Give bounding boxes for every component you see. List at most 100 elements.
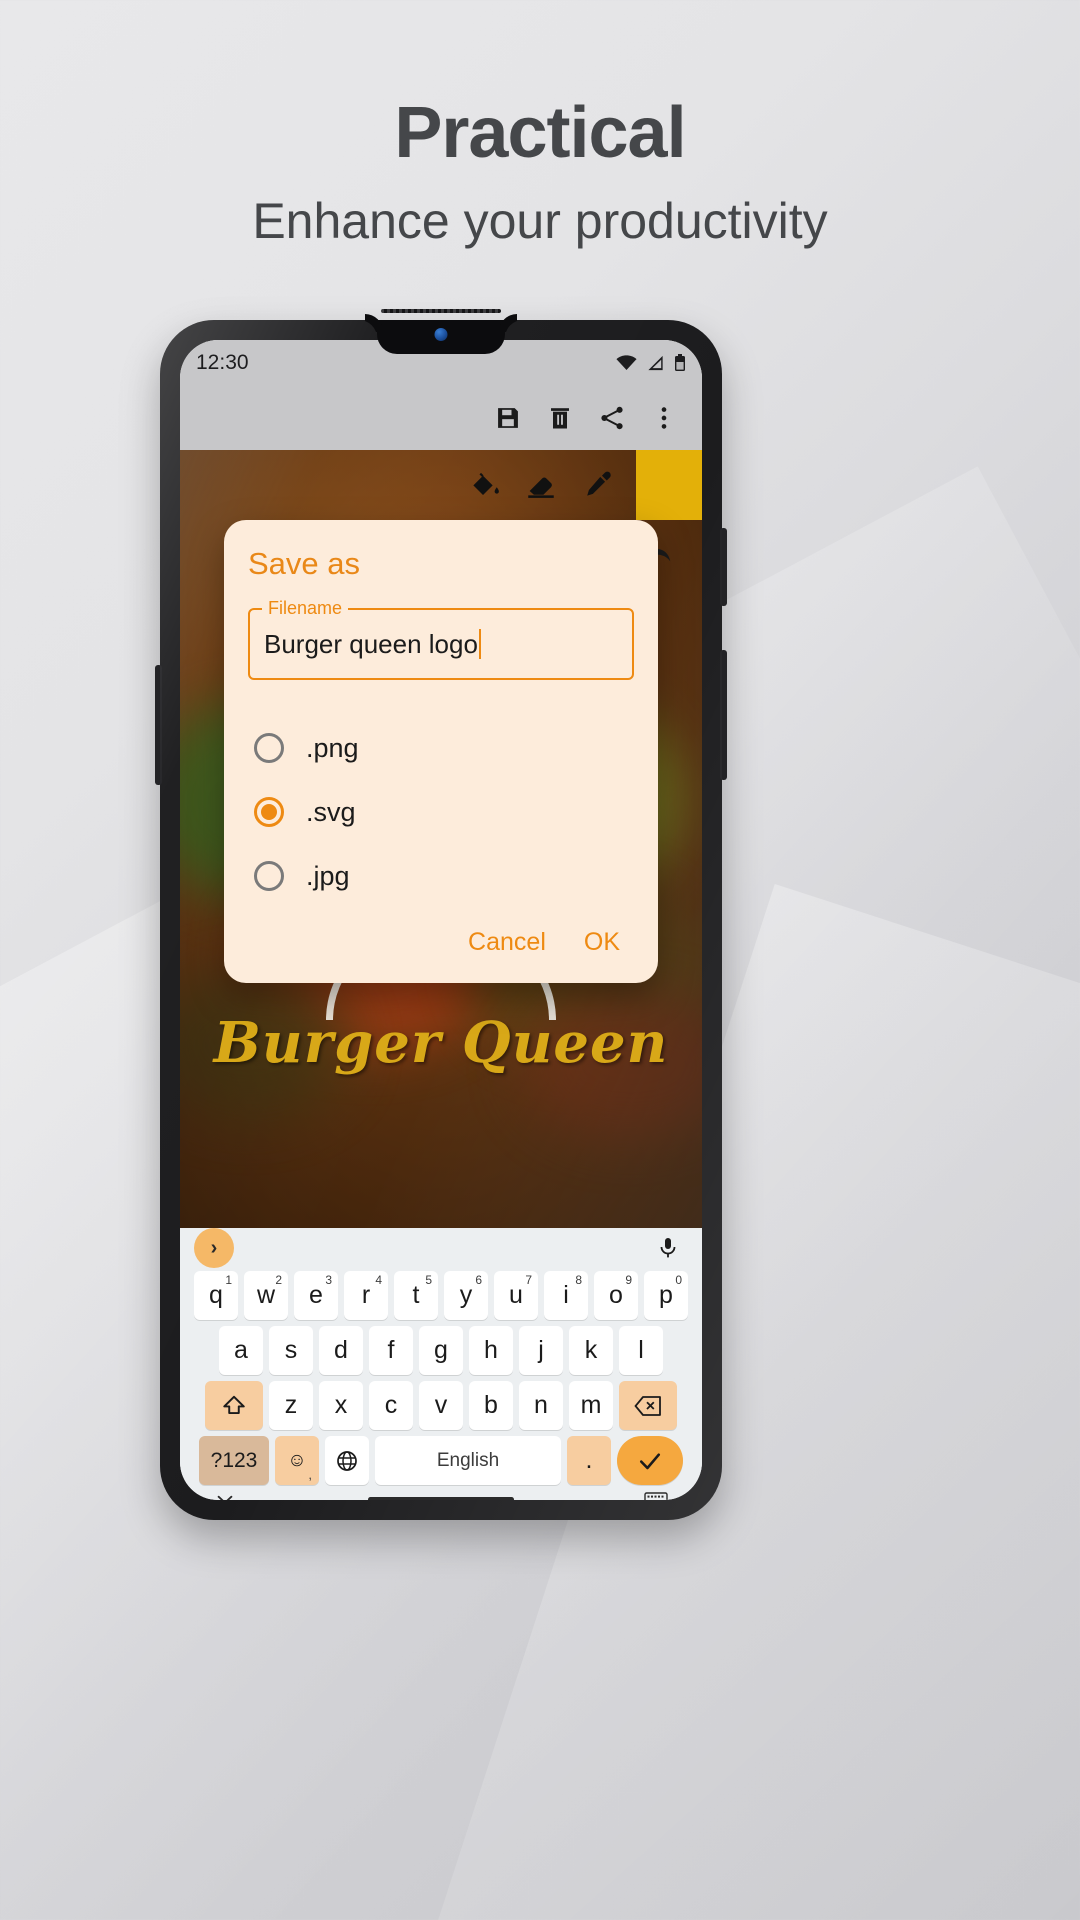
- home-indicator[interactable]: [368, 1496, 514, 1500]
- key-s[interactable]: s: [269, 1326, 313, 1375]
- promo-subheadline: Enhance your productivity: [252, 193, 828, 249]
- key-label: r: [361, 1281, 371, 1309]
- checkmark-icon: [639, 1452, 661, 1469]
- logo-caption: Burger Queen: [213, 1010, 669, 1076]
- backspace-key[interactable]: [619, 1381, 677, 1430]
- expand-suggestions-button[interactable]: ›: [194, 1228, 234, 1268]
- share-icon[interactable]: [598, 404, 626, 432]
- key-label: q: [209, 1281, 223, 1309]
- keyboard-row-3: z x c v b n m: [180, 1378, 702, 1433]
- dialog-title: Save as: [248, 546, 361, 581]
- enter-key[interactable]: [617, 1436, 683, 1485]
- key-l[interactable]: l: [619, 1326, 663, 1375]
- front-camera-icon: [434, 328, 448, 341]
- suggestion-strip: ›: [180, 1228, 702, 1268]
- key-label: b: [484, 1391, 498, 1419]
- globe-icon: [337, 1450, 357, 1471]
- key-z[interactable]: z: [269, 1381, 313, 1430]
- key-x[interactable]: x: [319, 1381, 363, 1430]
- key-label: v: [434, 1391, 448, 1419]
- format-option-svg[interactable]: .svg: [254, 780, 628, 844]
- phone-side-button-right-upper: [720, 528, 727, 606]
- emoji-key-label: ☺: [287, 1449, 307, 1471]
- key-r[interactable]: 4r: [344, 1271, 388, 1320]
- color-picker-icon[interactable]: [580, 468, 614, 502]
- delete-icon[interactable]: [546, 404, 574, 432]
- cancel-button[interactable]: Cancel: [468, 928, 546, 957]
- key-hint: 6: [475, 1273, 482, 1287]
- key-n[interactable]: n: [519, 1381, 563, 1430]
- key-label: n: [534, 1391, 548, 1419]
- emoji-key[interactable]: ☺ ,: [275, 1436, 319, 1485]
- key-hint: 9: [625, 1273, 632, 1287]
- format-option-jpg[interactable]: .jpg: [254, 844, 628, 908]
- dialog-actions: Cancel OK: [248, 914, 634, 967]
- space-key[interactable]: English: [375, 1436, 561, 1485]
- key-hint: 7: [525, 1273, 532, 1287]
- eraser-icon[interactable]: [524, 468, 558, 502]
- key-e[interactable]: 3e: [294, 1271, 338, 1320]
- key-hint: 2: [275, 1273, 282, 1287]
- key-b[interactable]: b: [469, 1381, 513, 1430]
- key-label: x: [334, 1391, 348, 1419]
- app-bar: [180, 386, 702, 450]
- key-t[interactable]: 5t: [394, 1271, 438, 1320]
- key-i[interactable]: 8i: [544, 1271, 588, 1320]
- key-j[interactable]: j: [519, 1326, 563, 1375]
- status-bar-time: 12:30: [196, 351, 249, 374]
- key-h[interactable]: h: [469, 1326, 513, 1375]
- keyboard-row-1: 1q 2w 3e 4r 5t 6y 7u 8i 9o 0p: [180, 1268, 702, 1323]
- key-hint: 5: [425, 1273, 432, 1287]
- overflow-menu-icon[interactable]: [650, 404, 678, 432]
- key-hint: 1: [225, 1273, 232, 1287]
- format-option-png[interactable]: .png: [254, 716, 628, 780]
- key-label: f: [387, 1336, 395, 1364]
- ok-button[interactable]: OK: [584, 928, 620, 957]
- key-hint: 8: [575, 1273, 582, 1287]
- filename-input[interactable]: Filename Burger queen logo: [248, 598, 634, 680]
- key-label: l: [638, 1336, 644, 1364]
- key-q[interactable]: 1q: [194, 1271, 238, 1320]
- radio-label-jpg: .jpg: [306, 860, 350, 891]
- key-u[interactable]: 7u: [494, 1271, 538, 1320]
- key-d[interactable]: d: [319, 1326, 363, 1375]
- mic-icon[interactable]: [656, 1236, 680, 1260]
- key-a[interactable]: a: [219, 1326, 263, 1375]
- chevron-down-icon[interactable]: [214, 1488, 236, 1500]
- keyboard-row-4: ?123 ☺ , English .: [180, 1433, 702, 1488]
- key-label: g: [434, 1336, 448, 1364]
- key-f[interactable]: f: [369, 1326, 413, 1375]
- period-key[interactable]: .: [567, 1436, 611, 1485]
- radio-jpg[interactable]: [254, 861, 284, 891]
- radio-png[interactable]: [254, 733, 284, 763]
- key-o[interactable]: 9o: [594, 1271, 638, 1320]
- fill-bucket-icon[interactable]: [468, 468, 502, 502]
- key-label: e: [309, 1281, 323, 1309]
- key-label: s: [284, 1336, 298, 1364]
- current-color-swatch[interactable]: [636, 450, 702, 520]
- save-icon[interactable]: [494, 404, 522, 432]
- symbols-key[interactable]: ?123: [199, 1436, 269, 1485]
- key-label: k: [584, 1336, 598, 1364]
- format-radio-group: .png .svg .jpg: [248, 690, 634, 914]
- shift-icon: [223, 1395, 245, 1414]
- backspace-icon: [634, 1395, 661, 1416]
- save-as-dialog: Save as Filename Burger queen logo .png …: [224, 520, 658, 983]
- key-c[interactable]: c: [369, 1381, 413, 1430]
- key-m[interactable]: m: [569, 1381, 613, 1430]
- key-k[interactable]: k: [569, 1326, 613, 1375]
- on-screen-keyboard: › 1q 2w 3e 4r 5t 6y 7u 8i 9o 0p a s d f …: [180, 1228, 702, 1500]
- key-label: m: [580, 1391, 602, 1419]
- key-label: w: [256, 1281, 276, 1309]
- language-key[interactable]: [325, 1436, 369, 1485]
- key-g[interactable]: g: [419, 1326, 463, 1375]
- key-label: i: [563, 1281, 569, 1309]
- key-w[interactable]: 2w: [244, 1271, 288, 1320]
- key-label: y: [459, 1281, 473, 1309]
- keyboard-icon[interactable]: [644, 1490, 668, 1500]
- shift-key[interactable]: [205, 1381, 263, 1430]
- radio-svg[interactable]: [254, 797, 284, 827]
- key-y[interactable]: 6y: [444, 1271, 488, 1320]
- key-v[interactable]: v: [419, 1381, 463, 1430]
- key-p[interactable]: 0p: [644, 1271, 688, 1320]
